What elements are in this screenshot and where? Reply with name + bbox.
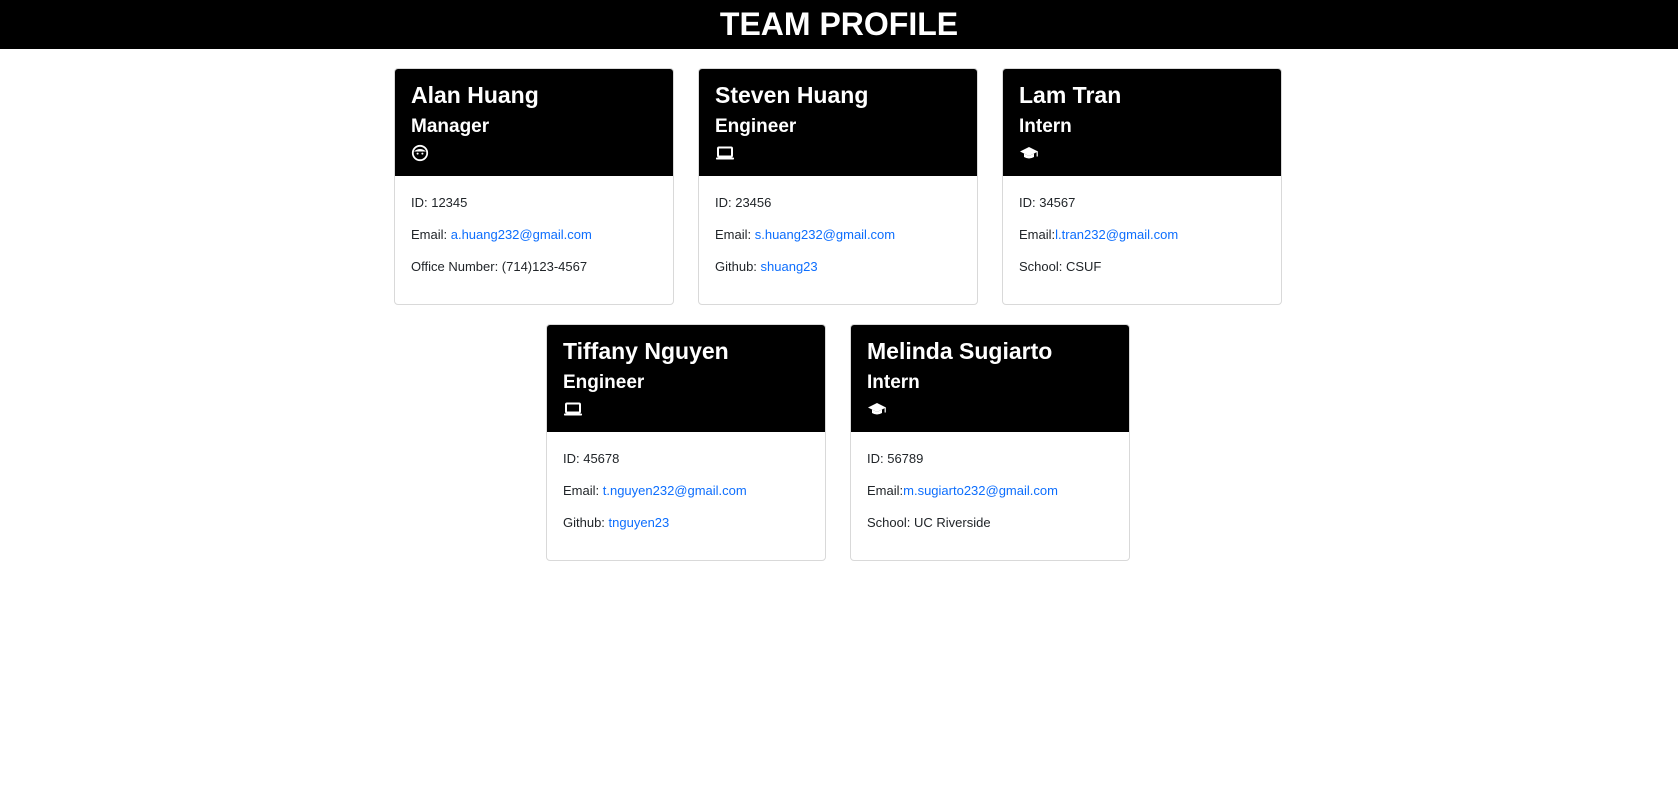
laptop-icon [715, 144, 961, 162]
card-header: Tiffany Nguyen Engineer [547, 325, 825, 432]
employee-id: ID: 56789 [867, 451, 924, 466]
employee-name: Alan Huang [411, 82, 539, 108]
employee-card: Alan Huang Manager ID: 12345 Email: a.hu… [394, 68, 674, 305]
employee-name: Steven Huang [715, 82, 869, 108]
github-link[interactable]: tnguyen23 [609, 515, 670, 530]
employee-card: Lam Tran Intern ID: 34567 Email:l.tran23… [1002, 68, 1282, 305]
school-text: School: CSUF [1019, 259, 1102, 274]
employee-name: Lam Tran [1019, 82, 1122, 108]
github-link[interactable]: shuang23 [761, 259, 818, 274]
employee-role: Intern [1019, 116, 1072, 137]
employee-email-row: Email: t.nguyen232@gmail.com [563, 482, 809, 500]
email-label: Email: [867, 483, 904, 498]
card-header: Melinda Sugiarto Intern [851, 325, 1129, 432]
employee-role: Intern [867, 372, 920, 393]
employee-email-row: Email: a.huang232@gmail.com [411, 226, 657, 244]
card-header: Lam Tran Intern [1003, 69, 1281, 176]
office-number: Office Number: (714)123-4567 [411, 258, 657, 276]
school-row: School: CSUF [1019, 258, 1265, 276]
employee-role: Manager [411, 116, 490, 137]
card-header: Alan Huang Manager [395, 69, 673, 176]
page-title: TEAM PROFILE [719, 6, 959, 42]
employee-email-row: Email: s.huang232@gmail.com [715, 226, 961, 244]
employee-name: Tiffany Nguyen [563, 338, 729, 364]
email-link[interactable]: s.huang232@gmail.com [755, 227, 895, 242]
school-row: School: UC Riverside [867, 514, 1113, 532]
employee-card: Tiffany Nguyen Engineer ID: 45678 Email:… [546, 324, 826, 561]
github-row: Github: shuang23 [715, 258, 961, 276]
email-label: Email: [563, 483, 603, 498]
card-body: ID: 12345 Email: a.huang232@gmail.com Of… [395, 176, 673, 276]
email-link[interactable]: l.tran232@gmail.com [1055, 227, 1178, 242]
graduation-cap-icon [1019, 144, 1265, 162]
github-label: Github: [715, 259, 761, 274]
laptop-icon [563, 400, 809, 418]
github-label: Github: [563, 515, 609, 530]
school-text: School: UC Riverside [867, 515, 991, 530]
employee-id: ID: 45678 [563, 451, 620, 466]
card-body: ID: 23456 Email: s.huang232@gmail.com Gi… [699, 176, 977, 276]
card-body: ID: 56789 Email:m.sugiarto232@gmail.com … [851, 432, 1129, 532]
office-number-text: Office Number: (714)123-4567 [411, 259, 588, 274]
employee-card: Steven Huang Engineer ID: 23456 Email: s… [698, 68, 978, 305]
employee-id: ID: 23456 [715, 195, 772, 210]
employee-email-row: Email:l.tran232@gmail.com [1019, 226, 1265, 244]
employee-role: Engineer [563, 372, 645, 393]
graduation-cap-icon [867, 400, 1113, 418]
page-header: TEAM PROFILE [0, 0, 1678, 49]
employee-email-row: Email:m.sugiarto232@gmail.com [867, 482, 1113, 500]
face-icon [411, 144, 657, 162]
employee-card: Melinda Sugiarto Intern ID: 56789 Email:… [850, 324, 1130, 561]
email-link[interactable]: t.nguyen232@gmail.com [603, 483, 747, 498]
employee-name: Melinda Sugiarto [867, 338, 1053, 364]
employee-id: ID: 34567 [1019, 195, 1076, 210]
email-label: Email: [715, 227, 755, 242]
email-label: Email: [1019, 227, 1056, 242]
card-header: Steven Huang Engineer [699, 69, 977, 176]
card-body: ID: 34567 Email:l.tran232@gmail.com Scho… [1003, 176, 1281, 276]
email-link[interactable]: a.huang232@gmail.com [451, 227, 592, 242]
email-label: Email: [411, 227, 451, 242]
github-row: Github: tnguyen23 [563, 514, 809, 532]
employee-id: ID: 12345 [411, 195, 468, 210]
email-link[interactable]: m.sugiarto232@gmail.com [903, 483, 1058, 498]
card-body: ID: 45678 Email: t.nguyen232@gmail.com G… [547, 432, 825, 532]
employee-role: Engineer [715, 116, 797, 137]
